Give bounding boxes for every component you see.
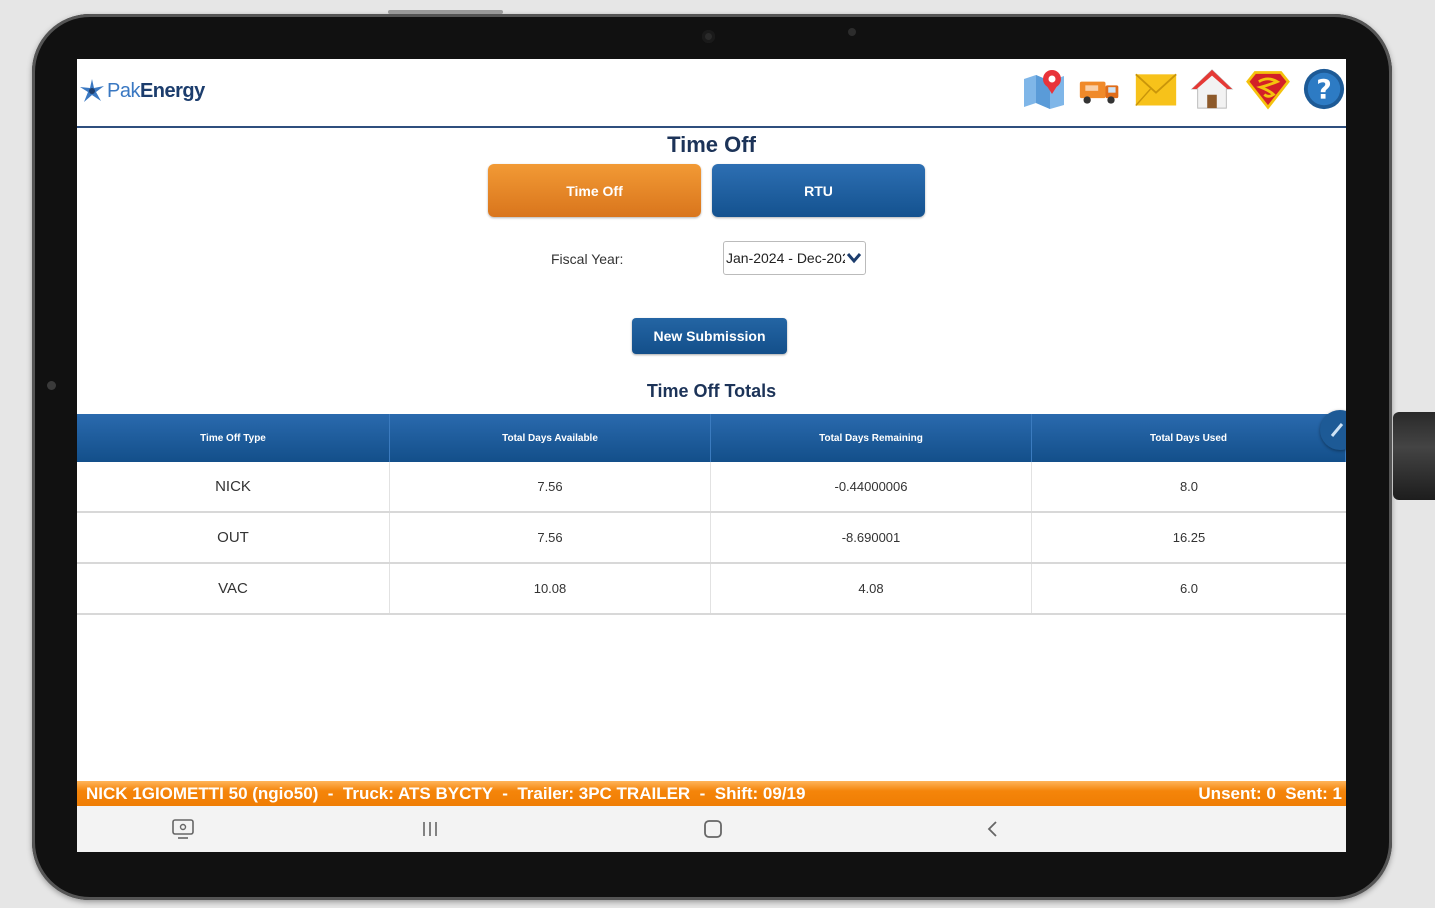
cell-available: 7.56 bbox=[390, 513, 711, 562]
cell-used: 16.25 bbox=[1172, 530, 1206, 545]
chevron-down-icon bbox=[845, 251, 863, 265]
cell-used: 6.0 bbox=[1179, 581, 1199, 596]
pencil-icon bbox=[1330, 423, 1344, 437]
driver-status: NICK 1GIOMETTI 50 (ngio50) - Truck: ATS … bbox=[86, 783, 806, 803]
totals-title: Time Off Totals bbox=[646, 381, 777, 401]
status-bar: NICK 1GIOMETTI 50 (ngio50) - Truck: ATS … bbox=[77, 781, 1346, 806]
table-row[interactable]: VAC 10.08 4.08 6.0 bbox=[77, 564, 1346, 615]
column-header[interactable]: Total Days Available bbox=[390, 414, 711, 462]
app-screen: PakEnergy ? Time Off Time Off RTU Fiscal… bbox=[77, 59, 1346, 852]
cell-remaining: -0.44000006 bbox=[711, 462, 1032, 511]
sync-status: Unsent: 0 Sent: 1 bbox=[1198, 783, 1342, 803]
time-off-table: Time Off Type Total Days Available Total… bbox=[77, 414, 1346, 615]
home-nav-icon[interactable] bbox=[703, 819, 723, 839]
table-header: Time Off Type Total Days Available Total… bbox=[77, 414, 1346, 462]
cell-available: 10.08 bbox=[390, 564, 711, 613]
tab-time-off[interactable]: Time Off bbox=[488, 164, 701, 217]
camera bbox=[702, 30, 715, 43]
column-header[interactable]: Total Days Used bbox=[1032, 414, 1346, 462]
svg-text:?: ? bbox=[1316, 75, 1332, 106]
usb-cable bbox=[1393, 412, 1435, 500]
column-header[interactable]: Time Off Type bbox=[77, 414, 390, 462]
column-header[interactable]: Total Days Remaining bbox=[711, 414, 1032, 462]
cell-available: 7.56 bbox=[390, 462, 711, 511]
recent-apps-icon[interactable] bbox=[421, 819, 439, 839]
header-icons: ? bbox=[1022, 67, 1346, 111]
fiscal-year-value: Jan-2024 - Dec-2024 bbox=[726, 250, 858, 266]
android-nav-bar bbox=[77, 806, 1346, 852]
cell-remaining: -8.690001 bbox=[711, 513, 1032, 562]
cell-type: OUT bbox=[77, 513, 390, 562]
truck-icon[interactable] bbox=[1078, 67, 1122, 111]
cell-type: VAC bbox=[77, 564, 390, 613]
fiscal-year-select[interactable]: Jan-2024 - Dec-2024 bbox=[723, 241, 866, 275]
app-header: PakEnergy ? bbox=[77, 59, 1346, 128]
tablet-button bbox=[388, 10, 503, 14]
cell-remaining: 4.08 bbox=[711, 564, 1032, 613]
logo-text: PakEnergy bbox=[107, 79, 205, 102]
pakenergy-logo: PakEnergy bbox=[79, 75, 205, 107]
cell-used: 8.0 bbox=[1179, 479, 1199, 494]
map-pin-icon[interactable] bbox=[1022, 67, 1066, 111]
home-icon[interactable] bbox=[1190, 67, 1234, 111]
table-row[interactable]: NICK 7.56 -0.44000006 8.0 bbox=[77, 462, 1346, 513]
logo-star-icon bbox=[80, 79, 104, 102]
back-icon[interactable] bbox=[985, 819, 1001, 839]
edit-button[interactable] bbox=[1320, 410, 1346, 450]
side-sensor bbox=[47, 381, 56, 390]
fiscal-year-label: Fiscal Year: bbox=[551, 251, 624, 267]
mail-icon[interactable] bbox=[1134, 67, 1178, 111]
page-title: Time Off bbox=[667, 132, 756, 157]
screenshot-icon[interactable] bbox=[172, 819, 194, 839]
superman-icon[interactable] bbox=[1246, 67, 1290, 111]
sensor bbox=[848, 28, 856, 36]
cell-type: NICK bbox=[77, 462, 390, 511]
tab-rtu[interactable]: RTU bbox=[712, 164, 925, 217]
table-row[interactable]: OUT 7.56 -8.690001 16.25 bbox=[77, 513, 1346, 564]
new-submission-button[interactable]: New Submission bbox=[632, 318, 787, 354]
help-icon[interactable]: ? bbox=[1302, 67, 1346, 111]
